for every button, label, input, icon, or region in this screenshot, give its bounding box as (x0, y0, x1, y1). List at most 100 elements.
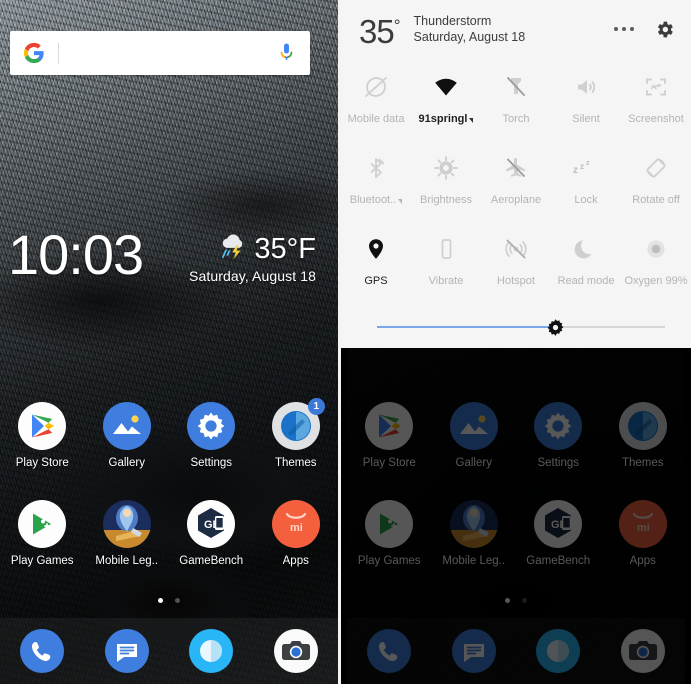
split-screenshot: 10:03 35°F Saturday, August 18 Play Stor… (0, 0, 691, 684)
weather-summary[interactable]: 35°F Saturday, August 18 (189, 232, 316, 285)
dock (0, 618, 338, 684)
dock-icon-messages[interactable] (85, 629, 170, 673)
tile-mobile-data[interactable]: Mobile data (341, 62, 411, 143)
gear-icon[interactable] (654, 19, 675, 40)
app-icon-play-store[interactable]: Play Store (0, 402, 85, 469)
notification-badge: 1 (307, 398, 325, 415)
tile-label: Brightness (420, 194, 472, 206)
degree-symbol: ° (393, 16, 401, 35)
tile-rotate[interactable]: Rotate off (621, 143, 691, 224)
dock-icon-browser[interactable] (169, 629, 254, 673)
wifi-icon (433, 74, 459, 100)
shade-scrim (347, 348, 685, 684)
app-icon-settings[interactable]: Settings (169, 402, 254, 469)
tile-aeroplane[interactable]: Aeroplane (481, 143, 551, 224)
screenshot-icon (643, 74, 669, 100)
app-label: Settings (190, 457, 233, 469)
tile-read-mode[interactable]: Read mode (551, 224, 621, 305)
svg-text:z: z (580, 162, 584, 171)
qs-temperature-value: 35 (359, 13, 395, 50)
app-label: Gallery (108, 457, 145, 469)
app-icon-play-games[interactable]: Play Games (0, 500, 85, 567)
brightness-knob-icon[interactable] (546, 318, 565, 337)
app-label: Mobile Leg.. (95, 555, 159, 567)
more-options-icon[interactable] (613, 26, 634, 32)
tile-hotspot[interactable]: Hotspot (481, 224, 551, 305)
tile-silent[interactable]: Silent (551, 62, 621, 143)
tile-row-3: GPS Vibrate Hotspot Read mode Oxygen 99% (341, 224, 691, 305)
svg-text:z: z (586, 160, 590, 167)
settings-gear-icon (187, 402, 236, 450)
app-icon-gamebench[interactable]: GB GameBench (169, 500, 254, 567)
dimmed-home-behind-shade: Play Store Gallery (341, 348, 691, 684)
wallpaper (0, 0, 338, 684)
play-games-icon (18, 500, 67, 548)
tile-label: Vibrate (428, 275, 464, 287)
brightness-slider-fill (377, 326, 556, 328)
tile-label: Mobile data (347, 113, 405, 125)
microphone-icon[interactable] (278, 42, 295, 65)
torch-off-icon (503, 74, 529, 100)
google-g-logo (23, 42, 45, 64)
volume-icon (573, 74, 599, 100)
quick-settings-header: 35° Thunderstorm Saturday, August 18 (341, 0, 691, 58)
page-indicator (0, 598, 338, 603)
page-dot-active[interactable] (158, 598, 163, 603)
tile-brightness[interactable]: Brightness (411, 143, 481, 224)
brightness-slider[interactable] (377, 318, 665, 336)
qs-weather-text: Thunderstorm Saturday, August 18 (414, 14, 614, 45)
svg-text:mi: mi (290, 522, 303, 534)
qs-date: Saturday, August 18 (413, 29, 526, 44)
chevron-expand-icon[interactable] (398, 198, 403, 204)
tile-label: 91springl (418, 113, 468, 125)
mi-apps-icon: mi (271, 500, 320, 548)
page-dot[interactable] (175, 598, 180, 603)
tile-gps[interactable]: GPS (341, 224, 411, 305)
tile-label: Lock (574, 194, 598, 206)
app-icon-apps-drawer[interactable]: mi Apps (254, 500, 339, 567)
brightness-slider-row (341, 306, 691, 348)
thunderstorm-icon (218, 232, 250, 265)
tile-label-wrap: 91springl (419, 113, 474, 125)
tile-vibrate[interactable]: Vibrate (411, 224, 481, 305)
app-label: GameBench (179, 555, 244, 567)
tile-bluetooth[interactable]: Bluetoot.. (341, 143, 411, 224)
phone-icon (20, 629, 65, 673)
weather-date: Saturday, August 18 (189, 268, 316, 284)
svg-text:z: z (573, 165, 578, 176)
messages-icon (104, 629, 149, 673)
app-grid-row-2: Play Games Mobile Leg.. GB GameBench mi … (0, 500, 338, 567)
aeroplane-off-icon (503, 155, 529, 181)
app-icon-mobile-legends[interactable]: Mobile Leg.. (85, 500, 170, 567)
app-icon-gallery[interactable]: Gallery (85, 402, 170, 469)
clock-weather-widget[interactable]: 10:03 35°F Saturday, August 18 (0, 224, 338, 300)
search-input[interactable] (59, 45, 278, 61)
location-pin-icon (363, 236, 389, 262)
sleep-zzz-icon: z z z (573, 155, 599, 181)
bluetooth-off-icon (363, 155, 389, 181)
dock-icon-camera[interactable] (254, 629, 339, 673)
brightness-icon (433, 155, 459, 181)
tile-label-wrap: Bluetoot.. (350, 194, 403, 206)
tile-label: Silent (572, 113, 600, 125)
app-label: Themes (274, 457, 317, 469)
tile-oxygen[interactable]: Oxygen 99% (621, 224, 691, 305)
tile-label: Hotspot (497, 275, 535, 287)
hotspot-off-icon (503, 236, 529, 262)
tile-wifi[interactable]: 91springl (411, 62, 481, 143)
tile-torch[interactable]: Torch (481, 62, 551, 143)
browser-icon (189, 629, 234, 673)
tile-screenshot[interactable]: Screenshot (621, 62, 691, 143)
app-label: Play Games (10, 555, 74, 567)
dock-icon-phone[interactable] (0, 629, 85, 673)
google-search-widget[interactable] (10, 31, 310, 75)
chevron-expand-icon[interactable] (469, 117, 474, 123)
rotate-off-icon (643, 155, 669, 181)
app-icon-themes[interactable]: 1 Themes (254, 398, 339, 469)
app-label: Apps (282, 555, 309, 567)
quick-settings-tiles: Mobile data 91springl Torch Silent Scree… (341, 58, 691, 305)
gallery-icon (102, 402, 151, 450)
tile-label: GPS (364, 275, 388, 287)
mobile-data-off-icon (363, 74, 389, 100)
tile-lock[interactable]: z z z Lock (551, 143, 621, 224)
